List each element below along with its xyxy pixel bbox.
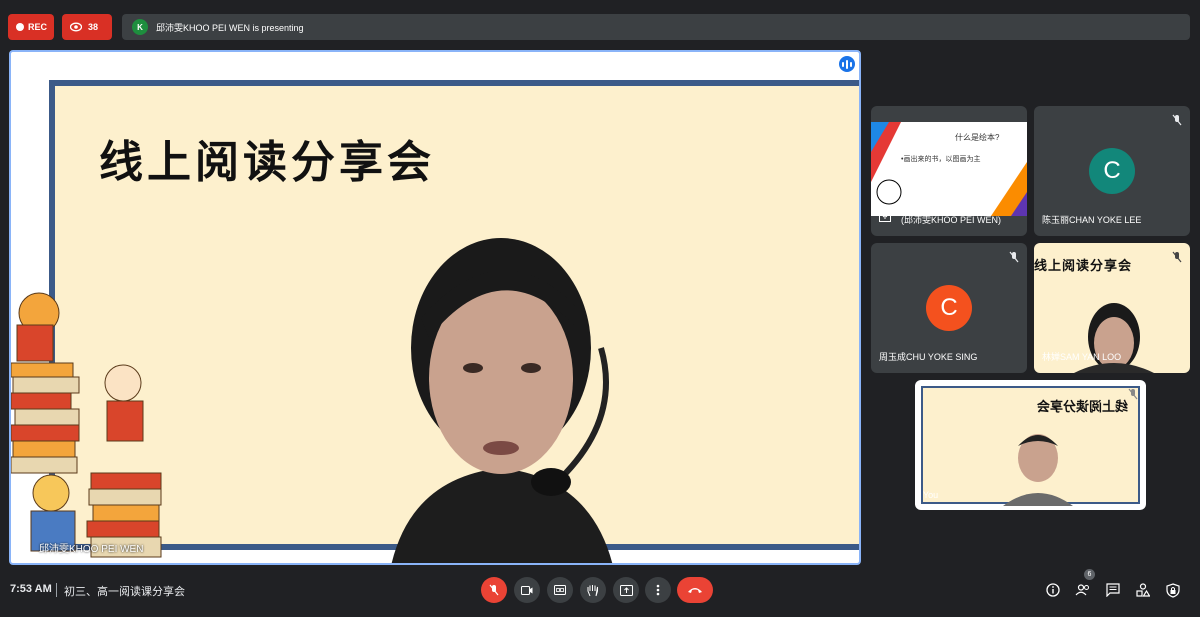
host-controls-button[interactable] [1164, 581, 1182, 599]
more-options-button[interactable] [645, 577, 671, 603]
shield-lock-icon [1166, 582, 1180, 598]
presenting-banner: K 邱沛雯KHOO PEI WEN is presenting [122, 14, 1190, 40]
mic-off-icon [1128, 388, 1138, 400]
presenting-text: 邱沛雯KHOO PEI WEN is presenting [156, 22, 304, 33]
more-vertical-icon [656, 584, 660, 596]
presenter-video-icon [391, 238, 613, 563]
self-view-tile[interactable]: 线上阅读分享会 You [915, 380, 1146, 510]
participant-tile-chan-yoke-lee[interactable]: C 陈玉丽CHAN YOKE LEE [1034, 106, 1190, 236]
mic-off-icon [1172, 114, 1182, 126]
tile-name: 陈玉丽CHAN YOKE LEE [1042, 215, 1142, 225]
rec-label: REC [28, 22, 48, 32]
activities-icon [1136, 583, 1150, 597]
tile-name: You [923, 490, 939, 500]
mic-off-icon [1172, 251, 1182, 263]
main-presenter-name: 邱沛雯KHOO PEI WEN [39, 544, 144, 555]
self-slide: 线上阅读分享会 [921, 386, 1140, 506]
hand-icon [587, 584, 598, 596]
avatar: C [926, 285, 972, 331]
slide-title: 线上阅读分享会 [99, 137, 435, 188]
meeting-title: 初三、高一阅读课分享会 [64, 586, 185, 598]
captions-icon [554, 585, 566, 595]
tile-name: (邱沛雯KHOO PEI WEN) [901, 215, 1002, 225]
tile-name: 周玉成CHU YOKE SING [879, 352, 978, 362]
self-video-icon [1003, 434, 1073, 506]
speaking-indicator-icon [839, 56, 855, 72]
top-bar: REC 38 K 邱沛雯KHOO PEI WEN is presenting [8, 14, 1190, 40]
people-count-badge: 6 [1084, 569, 1095, 580]
info-icon [1046, 583, 1060, 597]
chat-button[interactable] [1104, 581, 1122, 599]
mic-toggle-button[interactable] [481, 577, 507, 603]
video-camera-icon [521, 585, 533, 595]
mic-off-icon [1009, 251, 1019, 263]
presenter-avatar: K [132, 19, 148, 35]
meeting-time: 7:53 AM [10, 583, 52, 595]
captions-button[interactable] [547, 577, 573, 603]
tile-slide-title: 线上阅读分享会 [1034, 259, 1133, 274]
tile-name: 林婵SAM YAN LOO [1042, 352, 1122, 362]
participant-tile-chu-yoke-sing[interactable]: C 周玉成CHU YOKE SING [871, 243, 1027, 373]
camera-toggle-button[interactable] [514, 577, 540, 603]
recording-badge: REC [8, 14, 54, 40]
mic-off-icon [489, 584, 499, 596]
activities-button[interactable] [1134, 581, 1152, 599]
viewer-count: 38 [88, 22, 99, 32]
participant-tile-presentation[interactable]: 什么是绘本? •画出来的书，以图画为主 (邱沛雯KHOO PEI WEN) [871, 106, 1027, 236]
divider [56, 583, 57, 597]
tile-slide-thumbnail: 什么是绘本? •画出来的书，以图画为主 [871, 122, 1027, 216]
tile-slide-heading: 什么是绘本? [955, 133, 1000, 142]
eye-icon [70, 22, 82, 32]
people-icon [1075, 584, 1089, 596]
slide-thumbnail-icon [871, 122, 1027, 216]
avatar: C [1089, 148, 1135, 194]
present-screen-icon [879, 212, 891, 222]
bottom-bar: 7:53 AM 初三、高一阅读课分享会 6 [0, 565, 1200, 617]
participant-tile-sam-yan-loo[interactable]: 线上阅读分享会 林婵SAM YAN LOO [1034, 243, 1190, 373]
present-screen-icon [619, 584, 633, 596]
raise-hand-button[interactable] [580, 577, 606, 603]
main-presentation[interactable]: 线上阅读分享会 邱沛雯KHOO PEI WEN [9, 50, 861, 565]
books-illustration-icon [11, 292, 162, 558]
meeting-details-button[interactable] [1044, 581, 1062, 599]
hang-up-icon [688, 588, 702, 593]
record-dot-icon [16, 23, 24, 31]
present-now-button[interactable] [613, 577, 639, 603]
people-button[interactable] [1074, 581, 1092, 599]
self-slide-title: 线上阅读分享会 [1036, 400, 1128, 415]
chat-icon [1106, 583, 1120, 597]
viewers-badge[interactable]: 38 [62, 14, 112, 40]
leave-call-button[interactable] [677, 577, 713, 603]
tile-slide-bullet: •画出来的书，以图画为主 [901, 156, 981, 163]
